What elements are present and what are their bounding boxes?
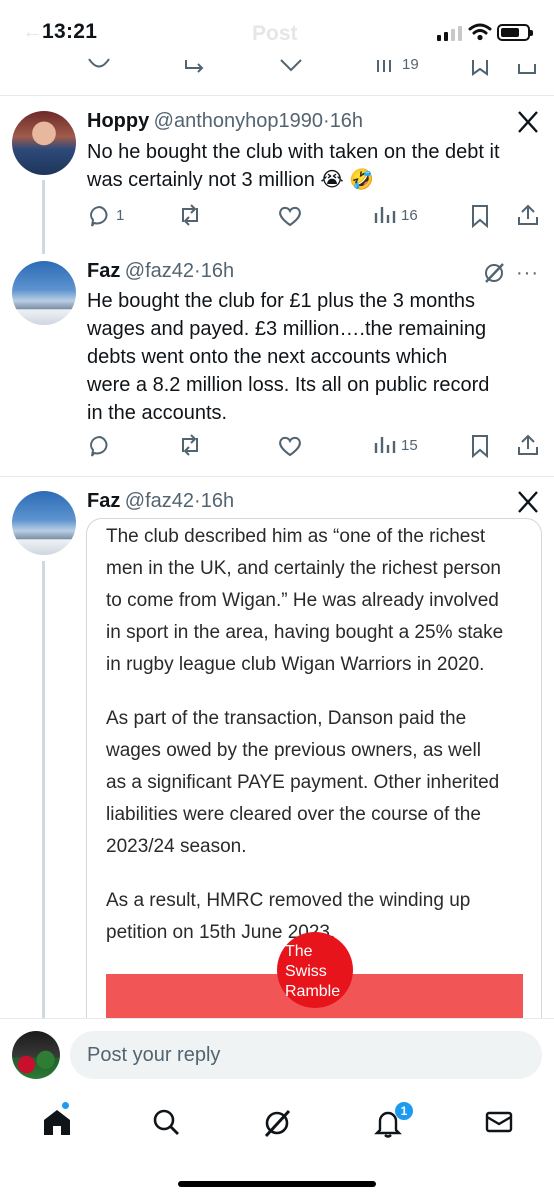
- tweet-header: Hoppy @anthonyhop1990·16h: [87, 110, 363, 133]
- author-name[interactable]: Hoppy: [87, 110, 149, 132]
- views-icon[interactable]: [374, 435, 396, 455]
- reply-icon[interactable]: [88, 434, 112, 458]
- card-paragraph: The club described him as “one of the ri…: [106, 521, 536, 681]
- tweet-header: Faz @faz42·16h: [87, 260, 234, 283]
- search-icon[interactable]: [152, 1108, 180, 1136]
- card-line: men in the UK, and certainly the richest…: [106, 558, 501, 579]
- text-line: He bought the club for £1 plus the 3 mon…: [87, 290, 476, 312]
- status-time: 13:21: [42, 20, 98, 43]
- divider: [0, 476, 554, 477]
- bookmark-icon[interactable]: [470, 204, 490, 228]
- author-handle[interactable]: @faz42: [125, 260, 194, 282]
- card-line: wages owed by the previous owners, as we…: [106, 740, 481, 761]
- card-line: The club described him as “one of the ri…: [106, 526, 486, 547]
- reply-input[interactable]: Post your reply: [70, 1031, 542, 1079]
- post-time: 16h: [200, 260, 235, 282]
- repost-icon[interactable]: [182, 56, 208, 76]
- post-time: 16h: [200, 490, 235, 512]
- back-arrow-icon[interactable]: ←: [22, 20, 43, 44]
- watermark-line: Ramble: [285, 983, 341, 1000]
- text-line: was certainly not 3 million 😭 🤣: [87, 169, 375, 191]
- header-title-faded: Post: [252, 22, 298, 45]
- separator-dot: ·: [323, 110, 330, 132]
- views-icon[interactable]: [376, 58, 396, 74]
- grok-tab-icon[interactable]: [262, 1108, 292, 1138]
- wifi-icon: [468, 23, 492, 41]
- card-line: in sport in the area, having bought a 25…: [106, 622, 504, 643]
- card-line: liabilities were cleared over the course…: [106, 804, 481, 825]
- grok-icon[interactable]: [482, 261, 506, 285]
- image-card[interactable]: The club described him as “one of the ri…: [86, 518, 542, 1078]
- share-icon[interactable]: [516, 58, 538, 76]
- watermark-line: The: [285, 943, 313, 960]
- home-unread-dot: [61, 1101, 70, 1110]
- text-line: debts went onto the next accounts which: [87, 346, 448, 368]
- separator-dot: ·: [194, 260, 201, 282]
- tweet-text: He bought the club for £1 plus the 3 mon…: [87, 287, 549, 427]
- grok-x-icon[interactable]: [516, 490, 540, 514]
- card-line: as a significant PAYE payment. Other inh…: [106, 772, 500, 793]
- thread-line: [42, 561, 45, 1018]
- avatar[interactable]: [12, 261, 76, 325]
- repost-icon[interactable]: [177, 204, 203, 226]
- text-line: in the accounts.: [87, 402, 228, 424]
- card-paragraph: As part of the transaction, Danson paid …: [106, 703, 536, 863]
- tweet-text: No he bought the club with taken on the …: [87, 138, 547, 194]
- author-name[interactable]: Faz: [87, 260, 120, 282]
- home-icon[interactable]: [42, 1108, 72, 1136]
- author-handle[interactable]: @anthonyhop1990: [154, 110, 323, 132]
- post-time: 16h: [329, 110, 364, 132]
- avatar[interactable]: [12, 111, 76, 175]
- bookmark-icon[interactable]: [470, 434, 490, 458]
- views-count: 19: [402, 56, 419, 73]
- swiss-ramble-watermark: The Swiss Ramble: [277, 932, 353, 1008]
- views-count: 15: [401, 437, 418, 454]
- notifications-badge: 1: [395, 1102, 413, 1120]
- repost-icon[interactable]: [177, 434, 203, 456]
- my-avatar[interactable]: [12, 1031, 60, 1079]
- share-icon[interactable]: [516, 433, 540, 457]
- share-icon[interactable]: [516, 203, 540, 227]
- author-name[interactable]: Faz: [87, 490, 120, 512]
- bookmark-icon[interactable]: [470, 58, 490, 76]
- signal-icon: [437, 26, 462, 41]
- watermark-line: Swiss: [285, 963, 327, 980]
- home-indicator: [178, 1181, 376, 1187]
- like-icon[interactable]: [278, 56, 304, 76]
- tweet-header: Faz @faz42·16h: [87, 490, 234, 513]
- text-line: No he bought the club with taken on the …: [87, 141, 500, 163]
- card-line: As a result, HMRC removed the winding up: [106, 890, 471, 911]
- card-line: in rugby league club Wigan Warriors in 2…: [106, 654, 485, 675]
- avatar[interactable]: [12, 491, 76, 555]
- thread-line: [42, 180, 45, 254]
- messages-icon[interactable]: [485, 1111, 513, 1133]
- author-handle[interactable]: @faz42: [125, 490, 194, 512]
- separator-dot: ·: [194, 490, 201, 512]
- card-line: As part of the transaction, Danson paid …: [106, 708, 467, 729]
- battery-icon: [497, 24, 533, 41]
- like-icon[interactable]: [277, 204, 303, 228]
- grok-x-icon[interactable]: [516, 110, 540, 134]
- reply-icon[interactable]: [88, 204, 112, 228]
- text-line: wages and payed. £3 million….the remaini…: [87, 318, 487, 340]
- like-icon[interactable]: [277, 434, 303, 458]
- card-text: The club described him as “one of the ri…: [106, 521, 536, 971]
- more-options-icon[interactable]: ···: [516, 262, 539, 285]
- reply-count: 1: [116, 207, 125, 224]
- card-line: to come from Wigan.” He was already invo…: [106, 590, 499, 611]
- reply-icon[interactable]: [86, 56, 112, 76]
- card-line: 2023/24 season.: [106, 836, 247, 857]
- views-icon[interactable]: [374, 205, 396, 225]
- text-line: were a 8.2 million loss. Its all on publ…: [87, 374, 490, 396]
- views-count: 16: [401, 207, 418, 224]
